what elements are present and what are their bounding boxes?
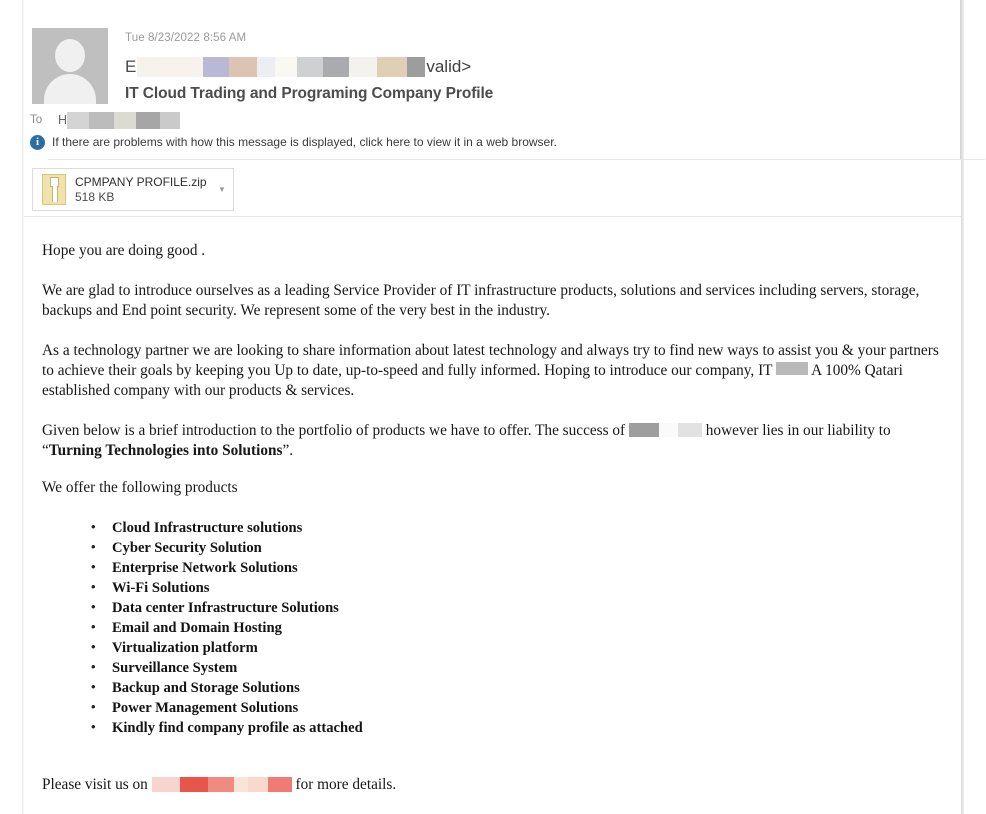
zip-teeth-shape	[52, 186, 58, 202]
list-bottom-spacer	[42, 756, 947, 775]
body-paragraph-portfolio: Given below is a brief introduction to t…	[42, 421, 947, 461]
list-item: Enterprise Network Solutions	[91, 557, 947, 578]
body-portfolio-text-1: Given below is a brief introduction to t…	[42, 422, 626, 439]
recipient-redaction-block-1	[67, 111, 90, 129]
message-timestamp: Tue 8/23/2022 8:56 AM	[125, 32, 247, 44]
sender-lead-character: E	[125, 57, 137, 76]
recipient-lead-character: H	[58, 113, 68, 127]
web-browser-notice-bar[interactable]: i If there are problems with how this me…	[30, 132, 557, 152]
list-item: Cyber Security Solution	[91, 537, 947, 558]
sender-redaction-block-3	[203, 57, 230, 77]
body-portfolio-text-2: however lies in our liability	[705, 422, 875, 439]
sender-redaction-block-7	[297, 57, 324, 77]
body-paragraph-intro: We are glad to introduce ourselves as a …	[42, 282, 920, 319]
avatar	[32, 28, 108, 104]
recipient-redaction-block-3	[114, 111, 137, 129]
body-greeting: Hope you are doing good .	[42, 242, 206, 259]
sender-redaction-block-2	[159, 57, 204, 77]
list-item: Power Management Solutions	[91, 697, 947, 718]
body-portfolio-redaction-block-2	[658, 423, 678, 437]
body-portfolio-redaction-block-3	[677, 423, 702, 437]
list-item: Virtualization platform	[91, 637, 947, 658]
closing-url-redaction-block-2	[179, 777, 208, 792]
list-item: Wi-Fi Solutions	[91, 577, 947, 598]
chevron-down-icon[interactable]: ▼	[211, 185, 233, 194]
attachment-item[interactable]: CPMPANY PROFILE.zip 518 KB ▼	[32, 168, 234, 211]
body-partner-redaction-block	[776, 362, 809, 375]
product-list: Cloud Infrastructure solutions Cyber Sec…	[42, 517, 947, 738]
message-subject: IT Cloud Trading and Programing Company …	[125, 85, 494, 102]
body-closing-text-2: for more details.	[295, 776, 397, 793]
sender-address-row[interactable]: E valid>	[125, 54, 471, 80]
sender-redaction-block-6	[275, 57, 298, 77]
attachment-strip: CPMPANY PROFILE.zip 518 KB ▼	[24, 160, 961, 216]
body-products-intro: We offer the following products	[42, 479, 238, 496]
list-item: Data center Infrastructure Solutions	[91, 597, 947, 618]
sender-redaction-block-10	[377, 57, 408, 77]
message-body: Hope you are doing good . We are glad to…	[24, 217, 961, 814]
closing-url-redaction-block-6	[267, 777, 292, 792]
zip-file-icon	[42, 174, 66, 205]
sender-redaction-block-9	[349, 57, 378, 77]
closing-url-redaction-block-4	[233, 777, 248, 792]
recipient-redaction-block-5	[160, 111, 181, 129]
attachment-file-size: 518 KB	[75, 189, 115, 204]
list-item: Kindly find company profile as attached	[91, 717, 947, 738]
closing-url-redaction-block-5	[247, 777, 268, 792]
sender-redaction-block-1	[137, 57, 160, 77]
body-portfolio-redaction-block-1	[628, 423, 659, 437]
closing-url-redaction-block-3	[207, 777, 234, 792]
sender-redaction-block-11	[407, 57, 426, 77]
sender-redaction-block-5	[257, 57, 276, 77]
avatar-head-shape	[55, 39, 85, 72]
sender-redaction-block-4	[229, 57, 258, 77]
body-portfolio-text-4: ”.	[282, 442, 294, 459]
attachment-file-name: CPMPANY PROFILE.zip	[75, 174, 207, 189]
list-item: Cloud Infrastructure solutions	[91, 517, 947, 538]
email-message-window: Tue 8/23/2022 8:56 AM E valid> IT Cloud …	[0, 0, 986, 814]
recipient-redaction-block-2	[89, 111, 115, 129]
list-item: Surveillance System	[91, 657, 947, 678]
info-icon: i	[30, 134, 45, 150]
sender-redaction-block-8	[323, 57, 350, 77]
sender-address-tail: valid>	[426, 57, 472, 76]
list-item: Backup and Storage Solutions	[91, 677, 947, 698]
recipient-row[interactable]: To H	[30, 110, 181, 130]
body-paragraph-partner: As a technology partner we are looking t…	[42, 341, 947, 401]
web-browser-notice-text[interactable]: If there are problems with how this mess…	[52, 135, 557, 149]
to-field-label: To	[30, 114, 43, 126]
recipient-redaction-block-4	[136, 111, 161, 129]
attachment-details: CPMPANY PROFILE.zip 518 KB	[75, 175, 211, 205]
body-closing-line: Please visit us on for more details.	[42, 775, 947, 795]
body-portfolio-quote: Turning Technologies into Solutions	[48, 442, 283, 459]
list-item: Email and Domain Hosting	[91, 617, 947, 638]
avatar-body-shape	[44, 74, 96, 104]
closing-url-redaction-block-1	[151, 777, 180, 792]
body-closing-text-1: Please visit us on	[42, 776, 148, 793]
